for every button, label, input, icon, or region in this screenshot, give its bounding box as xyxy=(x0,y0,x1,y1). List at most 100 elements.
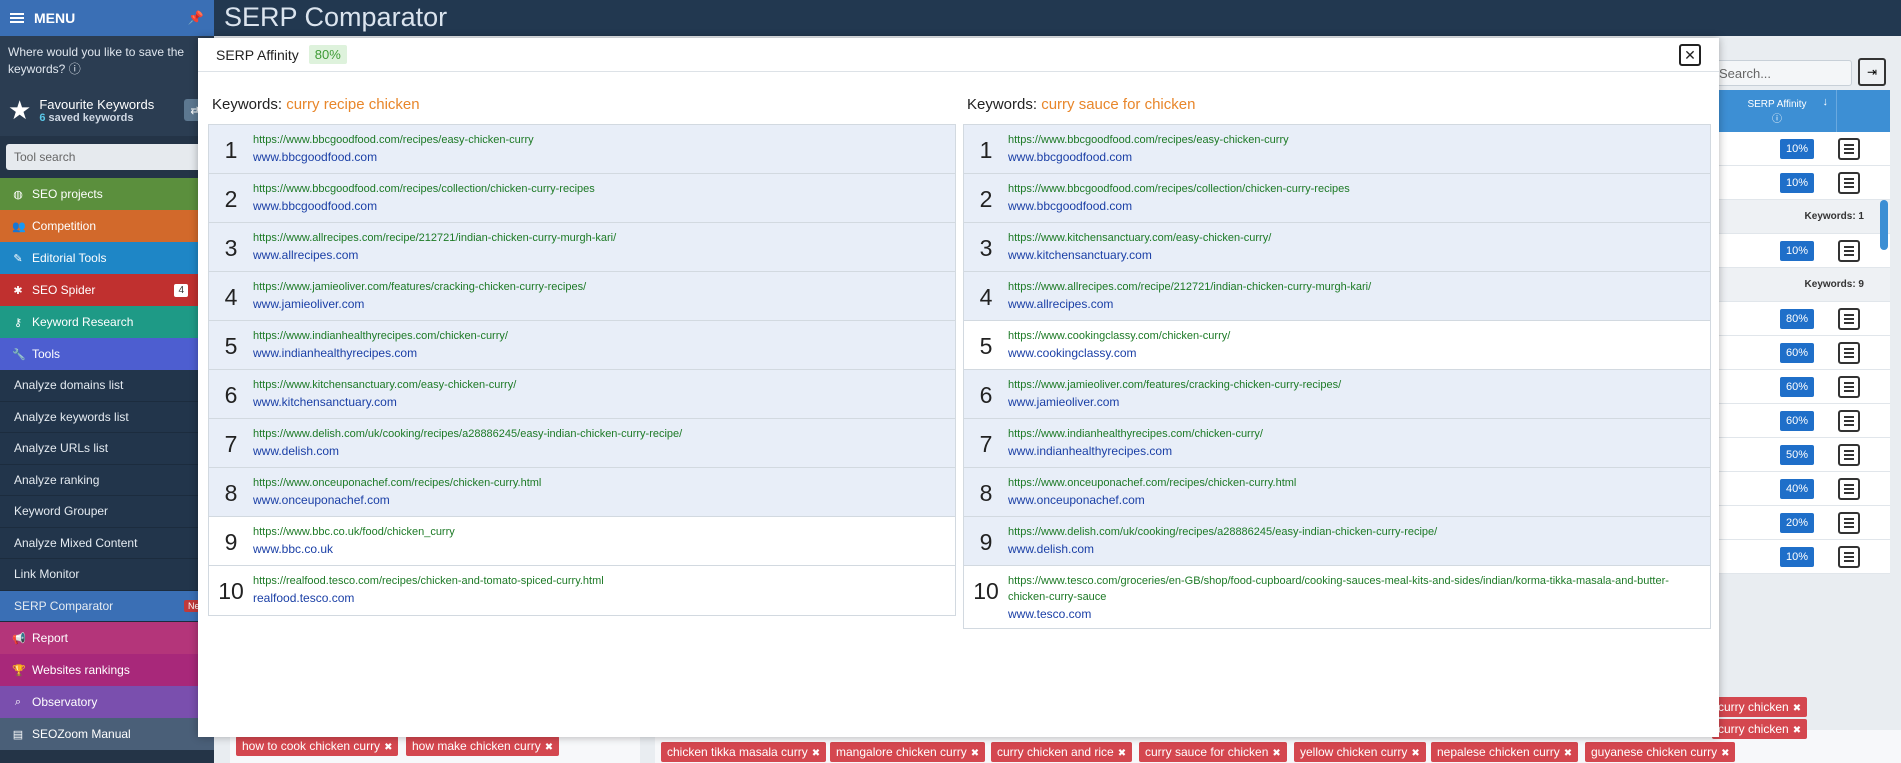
keyword-tag[interactable]: chicken tikka masala curry ✖ xyxy=(661,742,827,762)
result-domain-link[interactable]: www.delish.com xyxy=(1008,540,1680,558)
close-icon[interactable]: ✖ xyxy=(1721,748,1729,759)
result-url-link[interactable]: https://www.cookingclassy.com/chicken-cu… xyxy=(1008,328,1680,344)
close-icon[interactable]: ✖ xyxy=(971,748,979,759)
result-url-link[interactable]: https://www.jamieoliver.com/features/cra… xyxy=(253,279,925,295)
result-url-link[interactable]: https://www.allrecipes.com/recipe/212721… xyxy=(1008,279,1680,295)
result-domain-link[interactable]: www.jamieoliver.com xyxy=(253,295,925,313)
tools-menu-item[interactable]: SERP Comparator New xyxy=(0,590,214,622)
sidebar-item-websites-rankings[interactable]: 🏆 Websites rankings xyxy=(0,654,214,686)
keyword-tag[interactable]: curry chicken ✖ xyxy=(1712,697,1808,717)
pin-icon[interactable]: 📌 xyxy=(188,10,204,26)
row-menu-icon[interactable] xyxy=(1838,341,1860,364)
exit-icon[interactable]: ⇥ xyxy=(1858,58,1886,86)
row-menu-icon[interactable] xyxy=(1838,171,1860,194)
result-url-link[interactable]: https://www.tesco.com/groceries/en-GB/sh… xyxy=(1008,573,1680,605)
result-url-link[interactable]: https://realfood.tesco.com/recipes/chick… xyxy=(253,573,925,589)
result-domain-link[interactable]: www.bbc.co.uk xyxy=(253,540,925,558)
keyword-tag[interactable]: mangalore chicken curry ✖ xyxy=(830,742,986,762)
result-url-link[interactable]: https://www.onceuponachef.com/recipes/ch… xyxy=(253,475,925,491)
result-url-link[interactable]: https://www.kitchensanctuary.com/easy-ch… xyxy=(253,377,925,393)
close-icon[interactable]: ✖ xyxy=(384,742,392,753)
row-menu-icon[interactable] xyxy=(1838,511,1860,534)
sidebar-item-editorial-tools[interactable]: ✎Editorial Tools⌄ xyxy=(0,242,214,274)
keyword-tag[interactable]: guyanese chicken curry ✖ xyxy=(1585,742,1736,762)
result-url-link[interactable]: https://www.jamieoliver.com/features/cra… xyxy=(1008,377,1680,393)
sidebar-item-seo-spider[interactable]: ✱SEO Spider4+ xyxy=(0,274,214,306)
affinity-badge[interactable]: 10% xyxy=(1780,546,1814,567)
affinity-badge[interactable]: 80% xyxy=(1780,308,1814,329)
affinity-badge[interactable]: 10% xyxy=(1780,138,1814,159)
close-icon[interactable]: ✖ xyxy=(1272,748,1280,759)
keyword-tag[interactable]: how make chicken curry ✖ xyxy=(406,736,560,756)
affinity-badge[interactable]: 60% xyxy=(1780,376,1814,397)
menu-header[interactable]: MENU 📌 xyxy=(0,0,214,36)
tools-menu-item[interactable]: Analyze URLs list xyxy=(0,433,214,465)
tools-menu-item[interactable]: Keyword Grouper xyxy=(0,496,214,528)
row-menu-icon[interactable] xyxy=(1838,137,1860,160)
affinity-badge[interactable]: 40% xyxy=(1780,478,1814,499)
sidebar-item-observatory[interactable]: ⌕Observatory⌄ xyxy=(0,686,214,718)
result-url-link[interactable]: https://www.indianhealthyrecipes.com/chi… xyxy=(1008,426,1680,442)
result-domain-link[interactable]: www.kitchensanctuary.com xyxy=(253,393,925,411)
keyword-tag[interactable]: how to cook chicken curry ✖ xyxy=(236,736,399,756)
keyword-tag[interactable]: nepalese chicken curry ✖ xyxy=(1431,742,1579,762)
result-url-link[interactable]: https://www.delish.com/uk/cooking/recipe… xyxy=(253,426,925,442)
result-domain-link[interactable]: www.bbcgoodfood.com xyxy=(1008,148,1680,166)
close-icon[interactable]: ✖ xyxy=(1793,725,1801,736)
close-icon[interactable]: ✖ xyxy=(812,748,820,759)
row-menu-icon[interactable] xyxy=(1838,545,1860,568)
result-domain-link[interactable]: www.indianhealthyrecipes.com xyxy=(253,344,925,362)
result-domain-link[interactable]: www.tesco.com xyxy=(1008,605,1680,623)
hamburger-icon[interactable] xyxy=(10,13,24,23)
affinity-badge[interactable]: 20% xyxy=(1780,512,1814,533)
keyword-tag[interactable]: curry chicken ✖ xyxy=(1712,719,1808,739)
close-icon[interactable]: ✖ xyxy=(1118,748,1126,759)
sidebar-item-keyword-research[interactable]: ⚷Keyword Research⌄ xyxy=(0,306,214,338)
result-domain-link[interactable]: www.bbcgoodfood.com xyxy=(253,148,925,166)
close-icon[interactable]: ✕ xyxy=(1679,44,1701,66)
result-url-link[interactable]: https://www.kitchensanctuary.com/easy-ch… xyxy=(1008,230,1680,246)
tools-menu-item[interactable]: Analyze domains list xyxy=(0,370,214,402)
sidebar-item-competition[interactable]: 👥Competition⌄ xyxy=(0,210,214,242)
row-menu-icon[interactable] xyxy=(1838,409,1860,432)
result-url-link[interactable]: https://www.allrecipes.com/recipe/212721… xyxy=(253,230,925,246)
result-url-link[interactable]: https://www.onceuponachef.com/recipes/ch… xyxy=(1008,475,1680,491)
result-domain-link[interactable]: www.jamieoliver.com xyxy=(1008,393,1680,411)
row-menu-icon[interactable] xyxy=(1838,307,1860,330)
sort-icon[interactable]: ↓ xyxy=(1823,96,1829,108)
result-domain-link[interactable]: www.delish.com xyxy=(253,442,925,460)
scrollbar-thumb[interactable] xyxy=(1880,200,1888,250)
result-domain-link[interactable]: www.allrecipes.com xyxy=(253,246,925,264)
result-domain-link[interactable]: www.onceuponachef.com xyxy=(1008,491,1680,509)
background-search-input[interactable]: Search... xyxy=(1712,60,1852,86)
result-domain-link[interactable]: www.onceuponachef.com xyxy=(253,491,925,509)
sidebar-item-seo-projects[interactable]: ◍SEO projects⌄ xyxy=(0,178,214,210)
result-domain-link[interactable]: www.allrecipes.com xyxy=(1008,295,1680,313)
sidebar-item-tools[interactable]: 🔧Tools⌃ xyxy=(0,338,214,370)
affinity-badge[interactable]: 60% xyxy=(1780,410,1814,431)
sidebar-item-seozoom-manual[interactable]: ▤ SEOZoom Manual xyxy=(0,718,214,750)
row-menu-icon[interactable] xyxy=(1838,477,1860,500)
result-domain-link[interactable]: www.bbcgoodfood.com xyxy=(253,197,925,215)
close-icon[interactable]: ✖ xyxy=(1564,748,1572,759)
result-domain-link[interactable]: www.indianhealthyrecipes.com xyxy=(1008,442,1680,460)
result-domain-link[interactable]: www.bbcgoodfood.com xyxy=(1008,197,1680,215)
tools-menu-item[interactable]: Analyze ranking xyxy=(0,464,214,496)
result-url-link[interactable]: https://www.bbcgoodfood.com/recipes/easy… xyxy=(253,132,925,148)
affinity-column-header[interactable]: SERP Affinity ⓘ ↓ xyxy=(1718,90,1836,132)
result-url-link[interactable]: https://www.delish.com/uk/cooking/recipe… xyxy=(1008,524,1680,540)
result-url-link[interactable]: https://www.indianhealthyrecipes.com/chi… xyxy=(253,328,925,344)
affinity-badge[interactable]: 50% xyxy=(1780,444,1814,465)
close-icon[interactable]: ✖ xyxy=(1411,748,1419,759)
tools-menu-item[interactable]: Analyze keywords list xyxy=(0,401,214,433)
close-icon[interactable]: ✖ xyxy=(545,742,553,753)
keyword-tag[interactable]: yellow chicken curry ✖ xyxy=(1294,742,1426,762)
affinity-badge[interactable]: 60% xyxy=(1780,342,1814,363)
result-url-link[interactable]: https://www.bbcgoodfood.com/recipes/coll… xyxy=(1008,181,1680,197)
row-menu-icon[interactable] xyxy=(1838,375,1860,398)
close-icon[interactable]: ✖ xyxy=(1793,703,1801,714)
result-domain-link[interactable]: www.cookingclassy.com xyxy=(1008,344,1680,362)
row-menu-icon[interactable] xyxy=(1838,239,1860,262)
row-menu-icon[interactable] xyxy=(1838,443,1860,466)
keyword-tag[interactable]: curry chicken and rice ✖ xyxy=(991,742,1133,762)
